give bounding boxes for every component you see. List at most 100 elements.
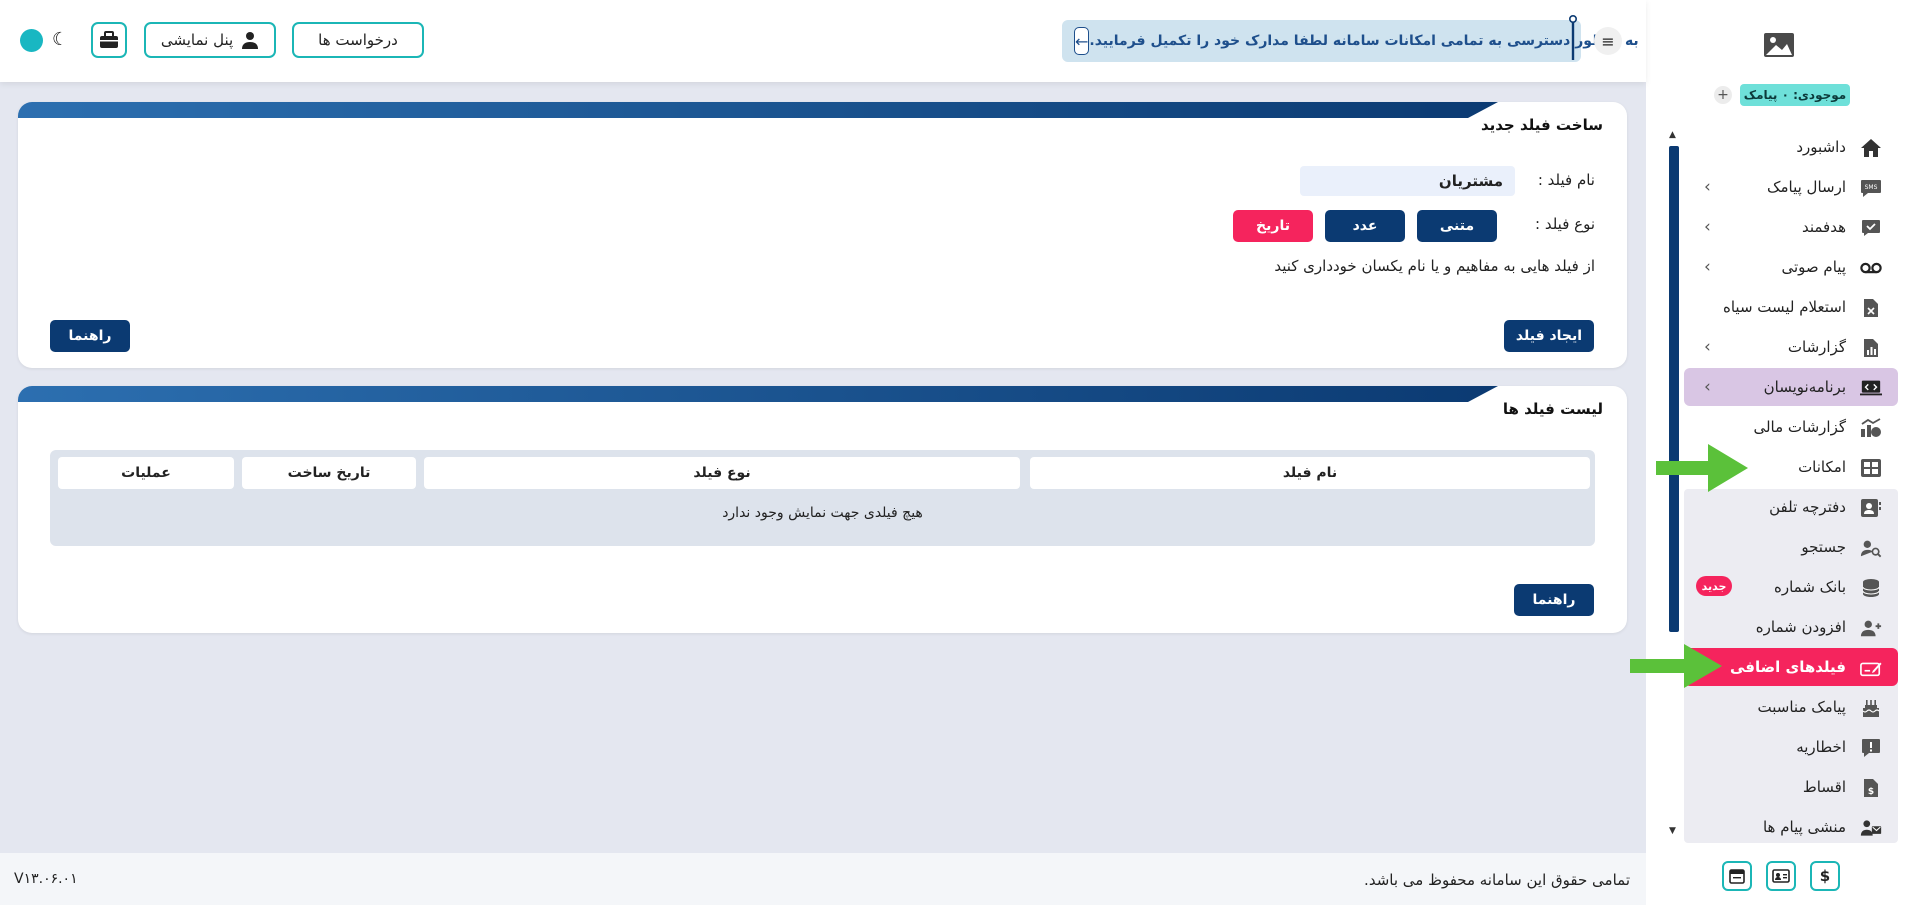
type-text-button[interactable]: متنی: [1417, 210, 1497, 242]
scroll-down-icon[interactable]: ▼: [1669, 826, 1676, 836]
sidebar-item-label: منشی پیام ها: [1762, 818, 1846, 836]
sidebar-item-phonebook[interactable]: دفترچه تلفن: [1684, 488, 1898, 526]
sidebar-item-label: دفترچه تلفن: [1769, 498, 1846, 516]
field-name-input[interactable]: مشتریان: [1300, 166, 1515, 196]
footer: تمامی حقوق این سامانه محفوظ می باشد. V۱۳…: [0, 853, 1646, 905]
top-bar: ☾ پنل نمایشی درخواست ها ← به منظور دسترس…: [0, 0, 1646, 82]
report-icon: [1860, 337, 1882, 359]
features-icon: [1860, 457, 1882, 479]
sidebar-item-add-number[interactable]: افزودن شماره: [1684, 608, 1898, 646]
sidebar-item-label: ارسال پیامک: [1767, 178, 1846, 196]
check-message-icon: [1860, 217, 1882, 239]
requests-button[interactable]: درخواست ها: [292, 22, 424, 58]
col-operations: عملیات: [58, 457, 234, 489]
create-field-card: ساخت فیلد جدید نام فیلد : مشتریان نوع فی…: [18, 102, 1627, 368]
copyright-text: تمامی حقوق این سامانه محفوظ می باشد.: [1364, 871, 1630, 889]
col-created-date: تاریخ ساخت: [242, 457, 416, 489]
sidebar-item-targeted[interactable]: هدفمند ‹: [1684, 208, 1898, 246]
blacklist-file-icon: [1860, 297, 1882, 319]
sidebar-item-label: اخطاریه: [1796, 738, 1846, 756]
notice-text: به منظور دسترسی به تمامی امکانات سامانه …: [1089, 33, 1639, 49]
briefcase-icon: [100, 31, 118, 48]
requests-label: درخواست ها: [318, 31, 398, 49]
card-header-band: [18, 102, 1498, 118]
contact-card-icon: [1772, 869, 1790, 883]
sidebar-item-label: داشبورد: [1796, 138, 1846, 156]
sidebar-item-label: گزارشات مالی: [1753, 418, 1846, 436]
sidebar-item-label: جستجو: [1801, 538, 1846, 556]
new-badge: جدید: [1696, 576, 1732, 596]
green-arrow-icon: [1630, 644, 1722, 688]
field-name-label: نام فیلد :: [1537, 171, 1595, 189]
sidebar-item-developers[interactable]: برنامه‌نویسان ‹: [1684, 368, 1898, 406]
sidebar-item-label: فیلدهای اضافی: [1729, 658, 1846, 676]
briefcase-button[interactable]: [91, 22, 127, 58]
sidebar-item-label: افزودن شماره: [1755, 618, 1846, 636]
create-field-button[interactable]: ایجاد فیلد: [1504, 320, 1594, 352]
fields-table: نام فیلد نوع فیلد تاریخ ساخت عملیات هیچ …: [50, 450, 1595, 546]
col-field-name: نام فیلد: [1030, 457, 1590, 489]
empty-table-message: هیچ فیلدی جهت نمایش وجود ندارد: [722, 505, 923, 521]
sidebar-item-financial-reports[interactable]: گزارشات مالی: [1684, 408, 1898, 446]
sidebar-item-installments[interactable]: $ اقساط: [1684, 768, 1898, 806]
create-card-title: ساخت فیلد جدید: [1480, 116, 1603, 134]
add-balance-button[interactable]: +: [1714, 86, 1732, 104]
sidebar-item-label: گزارشات: [1787, 338, 1846, 356]
sidebar-item-label: بانک شماره: [1773, 578, 1846, 596]
sidebar-item-send-sms[interactable]: SMS ارسال پیامک ‹: [1684, 168, 1898, 206]
sidebar-item-occasion-sms[interactable]: پیامک مناسبت: [1684, 688, 1898, 726]
sidebar-item-label: استعلام لیست سیاه: [1722, 298, 1846, 316]
chevron-icon: ‹: [1704, 177, 1711, 197]
logo-image-icon: [1764, 33, 1794, 57]
sidebar-item-number-bank[interactable]: بانک شماره جدید: [1684, 568, 1898, 606]
type-date-button[interactable]: تاریخ: [1233, 210, 1313, 242]
version-text: V۱۳.۰۶.۰۱: [14, 871, 78, 887]
sidebar-scrollbar[interactable]: [1669, 146, 1679, 632]
installment-icon: $: [1860, 777, 1882, 799]
field-type-label: نوع فیلد :: [1535, 215, 1595, 233]
svg-text:$: $: [1868, 787, 1874, 797]
sidebar-item-voice-message[interactable]: پیام صوتی ‹: [1684, 248, 1898, 286]
sidebar-item-blacklist[interactable]: استعلام لیست سیاه: [1684, 288, 1898, 326]
sidebar-item-search[interactable]: جستجو: [1684, 528, 1898, 566]
sidebar-item-label: پیام صوتی: [1781, 258, 1847, 276]
toggle-knob: [20, 29, 43, 52]
calendar-icon: [1729, 869, 1745, 884]
menu-button[interactable]: ≡: [1594, 27, 1622, 55]
voicemail-icon: [1860, 257, 1882, 279]
sidebar-item-message-secretary[interactable]: منشی پیام ها: [1684, 808, 1898, 846]
sidebar-item-label: اقساط: [1802, 778, 1846, 796]
notice-banner: ← به منظور دسترسی به تمامی امکانات سامان…: [1062, 20, 1639, 62]
arrow-left-icon: ←: [1075, 31, 1089, 51]
list-help-button[interactable]: راهنما: [1514, 584, 1594, 616]
cake-icon: [1860, 697, 1882, 719]
card-header-band: [18, 386, 1498, 402]
demo-panel-button[interactable]: پنل نمایشی: [144, 22, 276, 58]
sidebar-item-label: برنامه‌نویسان: [1763, 378, 1846, 396]
scroll-up-icon[interactable]: ▲: [1669, 130, 1676, 140]
chevron-icon: ‹: [1704, 217, 1711, 237]
notice-arrow-button[interactable]: ←: [1074, 27, 1090, 55]
sidebar-item-label: هدفمند: [1801, 218, 1846, 236]
database-icon: [1860, 577, 1882, 599]
dollar-button[interactable]: $: [1810, 861, 1840, 891]
contact-card-button[interactable]: [1766, 861, 1796, 891]
theme-toggle[interactable]: ☾: [16, 27, 74, 53]
sidebar-item-reports[interactable]: گزارشات ‹: [1684, 328, 1898, 366]
pin-icon: [1569, 15, 1577, 60]
sidebar-item-label: امکانات: [1798, 458, 1846, 476]
svg-text:SMS: SMS: [1865, 184, 1878, 191]
plus-icon: +: [1717, 87, 1729, 103]
add-user-icon: [1860, 617, 1882, 639]
menu-icon: ≡: [1601, 31, 1615, 51]
field-list-card: لیست فیلد ها نام فیلد نوع فیلد تاریخ ساخ…: [18, 386, 1627, 633]
sidebar-item-dashboard[interactable]: داشبورد: [1684, 128, 1898, 166]
calendar-button[interactable]: [1722, 861, 1752, 891]
moon-icon: ☾: [52, 29, 69, 50]
type-number-button[interactable]: عدد: [1325, 210, 1405, 242]
sidebar-item-notice[interactable]: اخطاریه: [1684, 728, 1898, 766]
warning-icon: [1860, 737, 1882, 759]
chevron-icon: ‹: [1704, 257, 1711, 277]
help-button[interactable]: راهنما: [50, 320, 130, 352]
col-field-type: نوع فیلد: [424, 457, 1020, 489]
